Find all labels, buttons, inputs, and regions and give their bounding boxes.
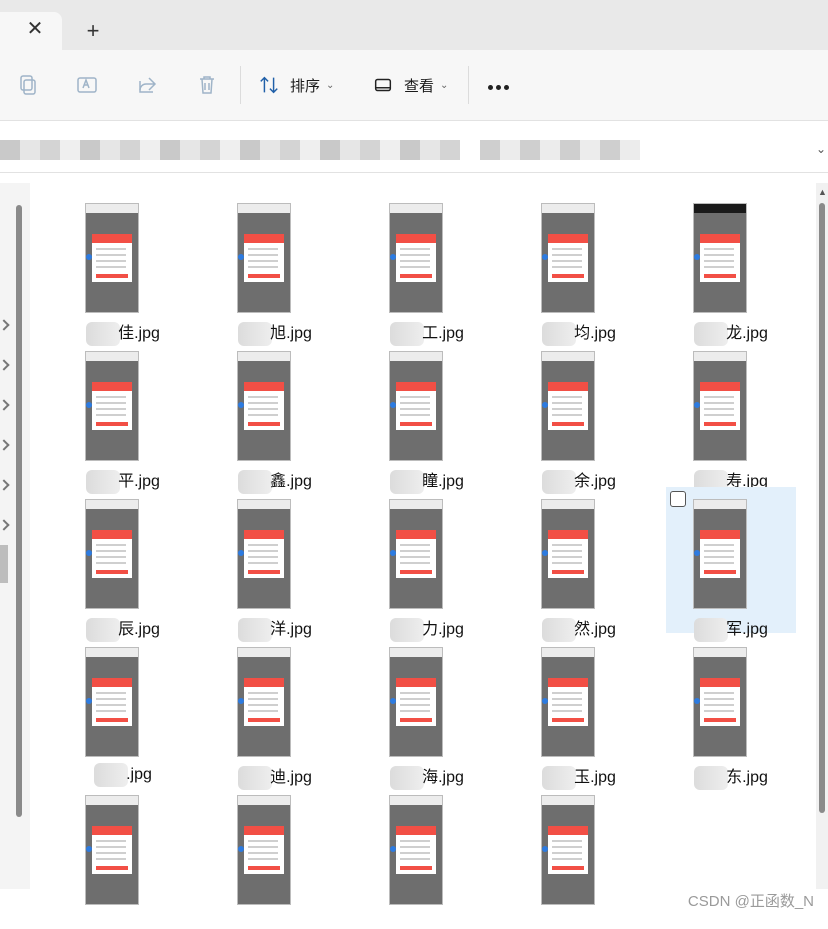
- scrollbar-thumb[interactable]: [819, 203, 825, 813]
- file-item[interactable]: 东.jpg: [666, 635, 796, 790]
- file-thumbnail[interactable]: [389, 795, 443, 905]
- file-item[interactable]: 佳.jpg: [58, 191, 188, 346]
- file-item[interactable]: 辰.jpg: [58, 487, 188, 642]
- nav-selected-indicator: [0, 545, 8, 583]
- file-thumbnail[interactable]: [85, 499, 139, 609]
- breadcrumb[interactable]: [0, 140, 460, 160]
- file-thumbnail[interactable]: [237, 203, 291, 313]
- file-name: 东.jpg: [666, 763, 796, 790]
- file-name-text: .jpg: [126, 766, 152, 784]
- close-tab-button[interactable]: ✕: [26, 19, 44, 39]
- view-icon: [374, 78, 392, 92]
- divider: [468, 66, 469, 104]
- file-thumbnail[interactable]: [541, 499, 595, 609]
- tab-strip: ✕ +: [0, 0, 828, 50]
- file-thumbnail[interactable]: [693, 499, 747, 609]
- file-item[interactable]: 寿.jpg: [666, 339, 796, 494]
- file-thumbnail[interactable]: [541, 351, 595, 461]
- command-bar: 排序 ⌄ 查看 ⌄: [0, 50, 828, 121]
- file-thumbnail[interactable]: [541, 647, 595, 757]
- chevron-down-icon: ⌄: [440, 79, 449, 91]
- file-thumbnail[interactable]: [237, 499, 291, 609]
- nav-scrollbar[interactable]: [16, 205, 22, 817]
- file-thumbnail[interactable]: [693, 647, 747, 757]
- more-options-button[interactable]: [488, 85, 510, 91]
- file-item[interactable]: 瞳.jpg: [362, 339, 492, 494]
- file-item[interactable]: 迪.jpg: [210, 635, 340, 790]
- copy-icon[interactable]: [16, 73, 40, 97]
- file-thumbnail[interactable]: [85, 351, 139, 461]
- file-thumbnail[interactable]: [85, 795, 139, 905]
- file-item[interactable]: 力.jpg: [362, 487, 492, 642]
- navigation-pane: [0, 183, 30, 889]
- file-item[interactable]: [210, 783, 340, 929]
- chevron-right-icon[interactable]: [0, 519, 10, 531]
- chevron-down-icon[interactable]: ⌄: [816, 142, 826, 156]
- breadcrumb-tail[interactable]: [480, 140, 640, 160]
- file-thumbnail[interactable]: [85, 203, 139, 313]
- file-item[interactable]: 洋.jpg: [210, 487, 340, 642]
- select-checkbox[interactable]: [670, 491, 686, 507]
- chevron-down-icon: ⌄: [326, 79, 335, 91]
- file-thumbnail[interactable]: [85, 647, 139, 757]
- file-thumbnail[interactable]: [541, 795, 595, 905]
- file-thumbnail[interactable]: [237, 647, 291, 757]
- file-thumbnail[interactable]: [389, 351, 443, 461]
- divider: [240, 66, 241, 104]
- file-item[interactable]: 然.jpg: [514, 487, 644, 642]
- file-item[interactable]: 工.jpg: [362, 191, 492, 346]
- chevron-right-icon[interactable]: [0, 479, 10, 491]
- file-name-text: 东.jpg: [726, 769, 768, 786]
- new-tab-button[interactable]: +: [82, 20, 104, 42]
- vertical-scrollbar[interactable]: ▲: [816, 183, 828, 889]
- file-thumbnail[interactable]: [237, 795, 291, 905]
- chevron-right-icon[interactable]: [0, 319, 10, 331]
- chevron-right-icon[interactable]: [0, 359, 10, 371]
- file-thumbnail[interactable]: [693, 351, 747, 461]
- view-button[interactable]: 查看 ⌄: [372, 72, 448, 98]
- file-item[interactable]: 余.jpg: [514, 339, 644, 494]
- file-item[interactable]: 均.jpg: [514, 191, 644, 346]
- sort-button[interactable]: 排序 ⌄: [258, 72, 334, 98]
- file-thumbnail[interactable]: [389, 647, 443, 757]
- file-item[interactable]: 平.jpg: [58, 339, 188, 494]
- file-item[interactable]: [514, 783, 644, 929]
- scroll-up-icon[interactable]: ▲: [818, 187, 827, 197]
- view-label: 查看: [404, 77, 435, 95]
- file-item[interactable]: 海.jpg: [362, 635, 492, 790]
- file-item[interactable]: 军.jpg: [666, 487, 796, 642]
- file-item[interactable]: 旭.jpg: [210, 191, 340, 346]
- file-thumbnail[interactable]: [389, 499, 443, 609]
- chevron-right-icon[interactable]: [0, 399, 10, 411]
- share-icon[interactable]: [135, 73, 159, 97]
- sort-icon: [260, 76, 278, 94]
- redaction-blur: [694, 765, 729, 790]
- file-grid: 佳.jpg 旭.jpg 工.jpg 均.jpg 龙.jpg 平.jpg 鑫.jpg 瞳.jpg…: [38, 183, 816, 905]
- chevron-right-icon[interactable]: [0, 439, 10, 451]
- file-item[interactable]: [362, 783, 492, 929]
- file-item[interactable]: 玉.jpg: [514, 635, 644, 790]
- file-thumbnail[interactable]: [541, 203, 595, 313]
- watermark: CSDN @正函数_N: [687, 893, 814, 910]
- file-thumbnail[interactable]: [693, 203, 747, 313]
- file-item[interactable]: 鑫.jpg: [210, 339, 340, 494]
- tab-current[interactable]: ✕: [0, 12, 62, 50]
- sort-label: 排序: [290, 77, 321, 95]
- file-thumbnail[interactable]: [237, 351, 291, 461]
- file-item[interactable]: .jpg: [58, 635, 188, 787]
- file-item[interactable]: [58, 783, 188, 929]
- file-thumbnail[interactable]: [389, 203, 443, 313]
- file-item[interactable]: 龙.jpg: [666, 191, 796, 346]
- rename-icon[interactable]: [75, 73, 99, 97]
- delete-icon[interactable]: [195, 73, 219, 97]
- address-bar[interactable]: ⌄: [0, 128, 828, 173]
